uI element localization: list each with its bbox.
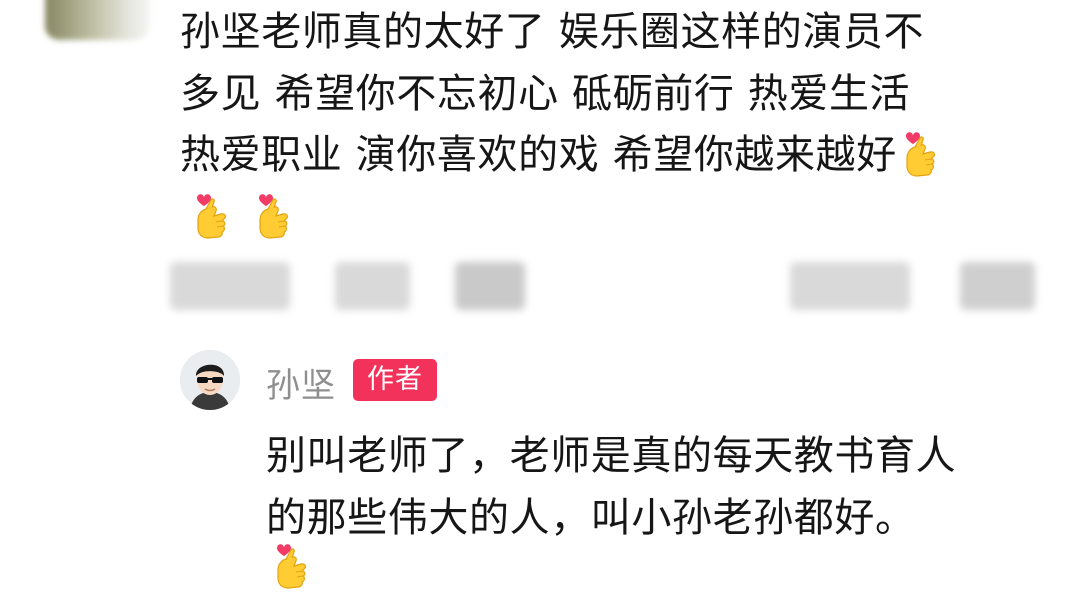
comment-line: 多见 希望你不忘初心 砥砺前行 热爱生活 — [180, 70, 911, 117]
blurred-like-button[interactable] — [960, 262, 1035, 310]
avatar-cartoon-icon — [180, 350, 240, 410]
reply-line: 别叫老师了，老师是真的每天教书育人 — [266, 433, 957, 479]
comment-meta-row-blurred — [165, 262, 1045, 310]
blurred-reply-link[interactable] — [455, 262, 525, 310]
heart-hands-icon — [188, 190, 230, 242]
blurred-location — [335, 262, 410, 310]
author-avatar[interactable] — [180, 350, 240, 410]
commenter-avatar[interactable] — [45, 0, 150, 40]
reply-text: 别叫老师了，老师是真的每天教书育人 的那些伟大的人，叫小孙老孙都好。 — [266, 425, 1046, 549]
heart-hands-icon — [897, 128, 939, 180]
author-badge: 作者 — [353, 359, 437, 401]
blurred-share-button[interactable] — [790, 262, 910, 310]
author-reply: 孙坚 作者 别叫老师了，老师是真的每天教书育人 的那些伟大的人，叫小孙老孙都好。 — [0, 340, 1080, 613]
author-name[interactable]: 孙坚 — [266, 358, 336, 407]
parent-comment-text: 孙坚老师真的太好了 娱乐圈这样的演员不 多见 希望你不忘初心 砥砺前行 热爱生活… — [180, 2, 1060, 248]
reply-line: 的那些伟大的人，叫小孙老孙都好。 — [266, 495, 916, 541]
blurred-timestamp — [170, 262, 290, 310]
heart-hands-icon — [268, 540, 310, 592]
comment-emoji-line — [180, 187, 1060, 249]
comment-line: 孙坚老师真的太好了 娱乐圈这样的演员不 — [180, 9, 925, 55]
comment-line: 热爱职业 演你喜欢的戏 希望你越来越好 — [180, 125, 1060, 187]
heart-hands-icon — [250, 190, 292, 242]
